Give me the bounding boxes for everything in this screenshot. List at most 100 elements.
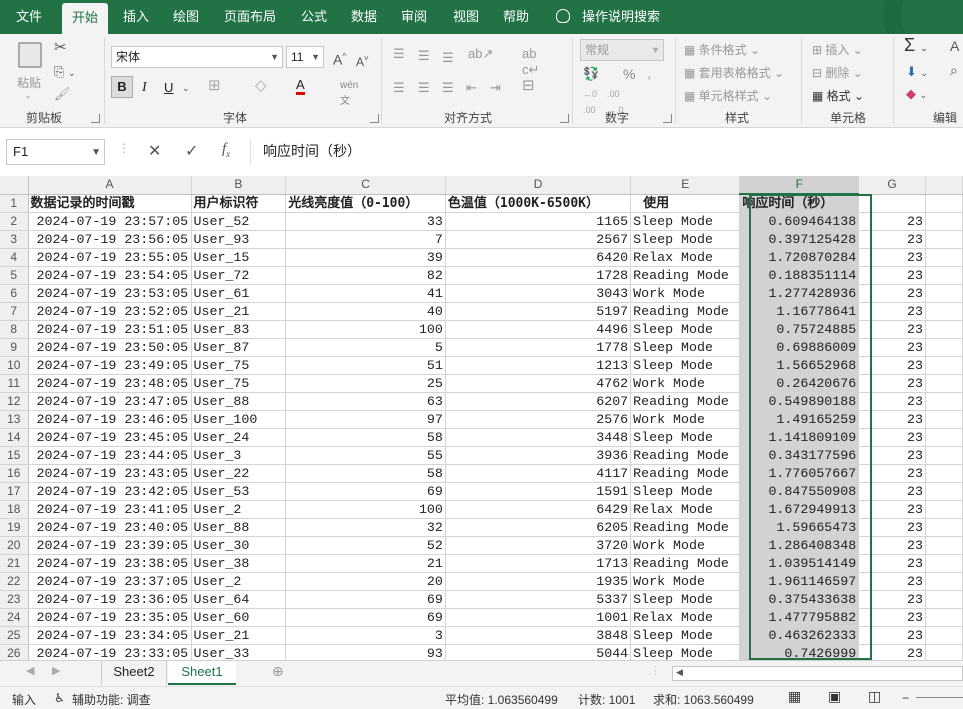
decrease-indent-icon[interactable]: ⇤ (466, 80, 477, 96)
cell[interactable]: 1.141809109 (739, 428, 860, 447)
delete-cells-button[interactable]: ⊟ 删除 ⌄ (812, 64, 863, 81)
cell[interactable]: 1.477795882 (739, 608, 860, 627)
cell-table[interactable]: A B C D E F G 1 数据记录的时间戳 用户标识符 光线亮度值（0-1… (0, 176, 963, 660)
cell[interactable]: 69 (285, 590, 446, 609)
cell[interactable]: 100 (285, 500, 446, 519)
percent-icon[interactable]: % (623, 66, 635, 82)
increase-decimal-icon[interactable]: ←0.00 (583, 86, 597, 118)
cell[interactable]: User_72 (191, 266, 287, 285)
cell[interactable]: Sleep Mode (630, 590, 741, 609)
cell[interactable]: 20 (285, 572, 446, 591)
cell[interactable]: 23 (858, 284, 926, 303)
cell[interactable]: Reading Mode (630, 446, 741, 465)
cell[interactable]: Reading Mode (630, 392, 741, 411)
cell[interactable]: 1935 (445, 572, 632, 591)
cell[interactable]: 23 (858, 266, 926, 285)
row-header[interactable]: 12 (0, 392, 29, 411)
cell[interactable]: 23 (858, 392, 926, 411)
cell[interactable]: 23 (858, 230, 926, 249)
cell[interactable]: User_2 (191, 500, 287, 519)
cell[interactable]: 41 (285, 284, 446, 303)
cell[interactable]: 23 (858, 464, 926, 483)
cell[interactable]: 58 (285, 464, 446, 483)
insert-function-icon[interactable]: fx (222, 141, 230, 159)
cell[interactable]: 1.277428936 (739, 284, 860, 303)
column-header-e[interactable]: E (630, 176, 741, 195)
row-header[interactable]: 13 (0, 410, 29, 429)
cell[interactable] (925, 608, 963, 627)
cell[interactable]: 2024-07-19 23:41:05 (28, 500, 192, 519)
tab-review[interactable]: 审阅 (392, 0, 436, 34)
clear-icon[interactable]: ◆ ⌄ (906, 86, 927, 103)
cell[interactable]: 0.375433638 (739, 590, 860, 609)
cell[interactable] (925, 356, 963, 375)
cell[interactable]: 3848 (445, 626, 632, 645)
cell[interactable] (925, 644, 963, 660)
conditional-format-button[interactable]: ▦ 条件格式 ⌄ (684, 41, 760, 58)
cell[interactable]: 23 (858, 536, 926, 555)
cell[interactable]: 23 (858, 554, 926, 573)
cell[interactable]: 2024-07-19 23:55:05 (28, 248, 192, 267)
alignment-launcher-icon[interactable] (560, 114, 569, 123)
column-header-h[interactable] (925, 176, 963, 195)
row-header[interactable]: 3 (0, 230, 29, 249)
cell[interactable]: 1.56652968 (739, 356, 860, 375)
number-launcher-icon[interactable] (663, 114, 672, 123)
status-count[interactable]: 计数: 1001 (578, 691, 635, 708)
select-all-corner[interactable] (0, 176, 29, 195)
cell[interactable]: 1.286408348 (739, 536, 860, 555)
row-header[interactable]: 25 (0, 626, 29, 645)
row-header[interactable]: 14 (0, 428, 29, 447)
cell[interactable]: 23 (858, 302, 926, 321)
status-average[interactable]: 平均值: 1.063560499 (445, 691, 558, 708)
cell[interactable]: 1728 (445, 266, 632, 285)
cell[interactable]: User_3 (191, 446, 287, 465)
cell[interactable]: User_60 (191, 608, 287, 627)
cell[interactable]: 52 (285, 536, 446, 555)
cut-icon[interactable]: ✂ (54, 40, 67, 56)
cell[interactable]: User_88 (191, 518, 287, 537)
cell[interactable]: 2024-07-19 23:40:05 (28, 518, 192, 537)
cell[interactable]: Sleep Mode (630, 428, 741, 447)
cell[interactable]: User_33 (191, 644, 287, 660)
paste-button[interactable]: 粘贴 (17, 74, 41, 91)
cell[interactable]: 100 (285, 320, 446, 339)
cell[interactable]: 0.188351114 (739, 266, 860, 285)
cell[interactable]: 6429 (445, 500, 632, 519)
cell[interactable]: 2024-07-19 23:49:05 (28, 356, 192, 375)
paste-icon[interactable] (18, 42, 42, 68)
cell[interactable]: 2024-07-19 23:45:05 (28, 428, 192, 447)
cell[interactable] (925, 338, 963, 357)
cell[interactable]: 23 (858, 356, 926, 375)
cell[interactable]: User_88 (191, 392, 287, 411)
cell[interactable] (925, 266, 963, 285)
status-sum[interactable]: 求和: 1063.560499 (653, 691, 754, 708)
row-header[interactable]: 18 (0, 500, 29, 519)
cell[interactable] (925, 320, 963, 339)
row-header[interactable]: 2 (0, 212, 29, 231)
increase-font-icon[interactable]: A^ (333, 49, 346, 68)
cell[interactable]: 2024-07-19 23:46:05 (28, 410, 192, 429)
cell[interactable]: 39 (285, 248, 446, 267)
header-cell-mode[interactable]: 使用 (630, 194, 741, 213)
cell[interactable]: 0.69886009 (739, 338, 860, 357)
cell[interactable]: Sleep Mode (630, 320, 741, 339)
page-break-view-icon[interactable]: ◫ (868, 688, 881, 705)
cell[interactable]: User_15 (191, 248, 287, 267)
cell[interactable]: Relax Mode (630, 248, 741, 267)
cell[interactable]: 2024-07-19 23:54:05 (28, 266, 192, 285)
row-header[interactable]: 24 (0, 608, 29, 627)
cell[interactable]: 2024-07-19 23:42:05 (28, 482, 192, 501)
cell[interactable]: 0.75724885 (739, 320, 860, 339)
cancel-icon[interactable]: ✕ (148, 141, 161, 161)
cell[interactable]: 63 (285, 392, 446, 411)
insert-cells-button[interactable]: ⊞ 插入 ⌄ (812, 41, 863, 58)
column-header-f[interactable]: F (739, 176, 860, 195)
cell[interactable]: 25 (285, 374, 446, 393)
accounting-format-icon[interactable]: 💱 (583, 66, 599, 82)
row-header[interactable]: 26 (0, 644, 29, 660)
cell[interactable]: 23 (858, 500, 926, 519)
cell[interactable]: Reading Mode (630, 302, 741, 321)
cell[interactable]: User_100 (191, 410, 287, 429)
tab-file[interactable]: 文件 (6, 0, 52, 34)
